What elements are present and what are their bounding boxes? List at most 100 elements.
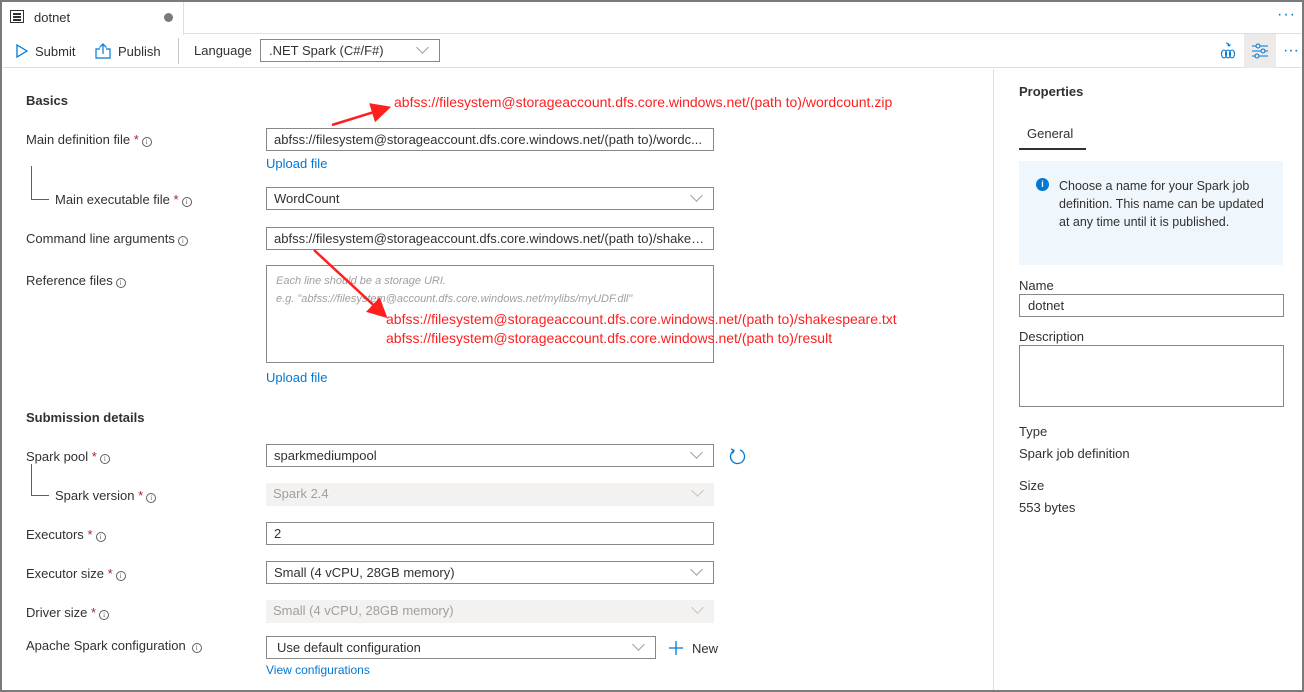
spark-version-label: Spark version * i [55,488,157,503]
info-icon[interactable]: i [99,610,110,620]
required-marker: * [173,192,179,207]
size-label: Size [1019,478,1045,493]
spark-pool-select[interactable]: sparkmediumpool [266,444,714,467]
label-text: Main definition file [26,132,131,147]
language-value: .NET Spark (C#/F#) [269,43,384,58]
info-icon[interactable]: i [177,236,188,246]
language-label: Language [194,43,252,58]
info-icon[interactable]: i [141,137,152,147]
refresh-icon[interactable] [728,447,747,466]
placeholder-line-2: e.g. "abfss://filesystem@account.dfs.cor… [276,293,633,305]
properties-panel: Properties General i Choose a name for y… [993,69,1302,690]
publish-upload-icon [95,43,111,59]
toolbar-more-icon[interactable]: ··· [1280,34,1302,68]
annotation-argument-1: abfss://filesystem@storageaccount.dfs.co… [386,311,897,327]
submit-button[interactable]: Submit [16,34,75,68]
label-text: Reference files [26,273,113,288]
play-icon [16,44,28,58]
select-value: Use default configuration [277,640,421,655]
annotation-main-file: abfss://filesystem@storageaccount.dfs.co… [394,94,893,110]
tab-title: dotnet [34,10,71,25]
info-banner-text: Choose a name for your Spark job definit… [1059,179,1264,229]
select-value: WordCount [274,191,340,206]
label-text: Apache Spark configuration [26,638,186,653]
info-icon[interactable]: i [181,197,192,207]
more-options-icon[interactable]: ··· [1277,6,1296,24]
spark-configuration-label: Apache Spark configuration i [26,638,202,653]
unsaved-dot-icon [164,13,173,22]
executor-size-select[interactable]: Small (4 vCPU, 28GB memory) [266,561,714,584]
submit-label: Submit [35,43,76,59]
tab-general-indicator [1019,148,1086,150]
chevron-down-icon [690,189,703,202]
label-text: Main executable file [55,192,170,207]
label-text: Executors [26,527,84,542]
spark-pipeline-icon [1220,42,1236,59]
info-banner: i Choose a name for your Spark job defin… [1019,161,1283,265]
main-executable-file-select[interactable]: WordCount [266,187,714,210]
required-marker: * [91,449,97,464]
submission-details-heading: Submission details [26,410,145,425]
new-configuration-button[interactable]: New [668,640,718,656]
info-icon[interactable]: i [99,454,110,464]
required-marker: * [138,488,144,503]
spark-version-select: Spark 2.4 [266,483,714,506]
info-icon[interactable]: i [115,571,126,581]
required-marker: * [133,132,139,147]
command-line-arguments-label: Command line arguments i [26,231,188,246]
required-marker: * [107,566,113,581]
type-value: Spark job definition [1019,446,1130,461]
upload-file-link[interactable]: Upload file [266,370,327,385]
placeholder-line-1: Each line should be a storage URI. [276,275,446,287]
tab-general[interactable]: General [1027,126,1073,141]
name-input[interactable]: dotnet [1019,294,1284,317]
description-textarea[interactable] [1019,345,1284,407]
info-icon[interactable]: i [115,278,126,288]
chevron-down-icon [690,446,703,459]
view-configurations-link[interactable]: View configurations [266,663,370,677]
tree-connector [31,464,49,496]
select-value: sparkmediumpool [274,448,377,463]
publish-button[interactable]: Publish [95,34,161,68]
label-text: Spark version [55,488,135,503]
select-value: Small (4 vCPU, 28GB memory) [274,565,455,580]
spark-pool-label: Spark pool * i [26,449,110,464]
info-circle-icon: i [1036,178,1049,191]
chevron-down-icon [691,484,704,497]
executors-label: Executors * i [26,527,106,542]
label-text: Executor size [26,566,105,581]
label-text: Command line arguments [26,231,175,246]
label-text: Driver size [26,605,88,620]
label-text: Spark pool [26,449,89,464]
tab-bar: dotnet ··· [2,2,1302,35]
main-definition-file-label: Main definition file * i [26,132,152,147]
document-list-icon [10,10,24,23]
language-select[interactable]: .NET Spark (C#/F#) [260,39,440,62]
main-executable-file-label: Main executable file * i [55,192,192,207]
properties-toggle-button[interactable] [1244,34,1276,68]
description-label: Description [1019,329,1085,344]
required-marker: * [91,605,97,620]
chevron-down-icon [416,41,429,54]
type-label: Type [1019,424,1048,439]
spark-jobs-button[interactable] [1214,34,1242,68]
command-line-arguments-input[interactable]: abfss://filesystem@storageaccount.dfs.co… [266,227,714,250]
driver-size-label: Driver size * i [26,605,110,620]
info-icon[interactable]: i [95,532,106,542]
driver-size-select: Small (4 vCPU, 28GB memory) [266,600,714,623]
toolbar-divider [178,38,179,64]
info-icon[interactable]: i [191,643,202,653]
executor-size-label: Executor size * i [26,566,126,581]
publish-label: Publish [118,43,161,59]
tab-dotnet[interactable]: dotnet [2,2,184,35]
upload-file-link[interactable]: Upload file [266,156,327,171]
main-definition-file-input[interactable]: abfss://filesystem@storageaccount.dfs.co… [266,128,714,151]
reference-files-label: Reference files i [26,273,126,288]
chevron-down-icon [632,638,645,651]
new-label: New [692,640,719,656]
size-value: 553 bytes [1019,500,1076,515]
info-icon[interactable]: i [146,493,157,503]
executors-input[interactable]: 2 [266,522,714,545]
spark-configuration-select[interactable]: Use default configuration [266,636,656,659]
required-marker: * [87,527,93,542]
